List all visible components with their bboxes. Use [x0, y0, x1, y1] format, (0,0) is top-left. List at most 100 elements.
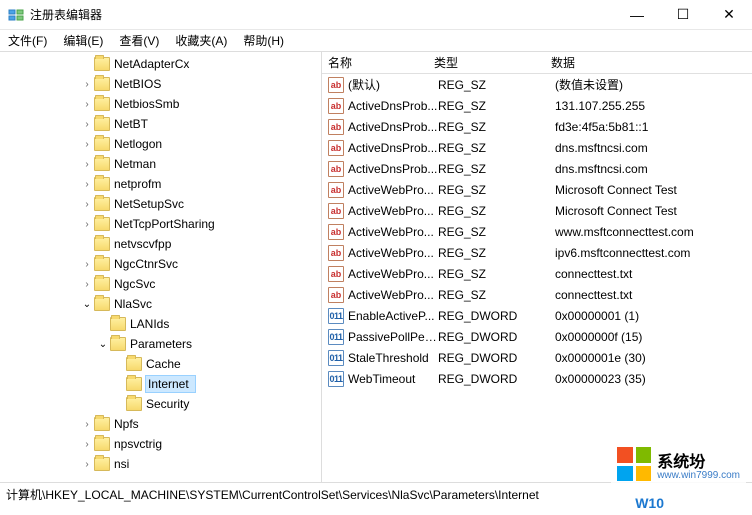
tree-item[interactable]: ⌄ Parameters	[0, 334, 321, 354]
chevron-right-icon[interactable]: ›	[80, 419, 94, 430]
tree-item-label: Internet	[146, 376, 195, 392]
minimize-button[interactable]: —	[614, 0, 660, 29]
value-row[interactable]: abActiveDnsProb...REG_SZdns.msftncsi.com	[322, 158, 752, 179]
chevron-right-icon[interactable]: ›	[80, 259, 94, 270]
value-row[interactable]: abActiveWebPro...REG_SZconnecttest.txt	[322, 263, 752, 284]
chevron-right-icon[interactable]: ›	[80, 459, 94, 470]
folder-icon	[110, 317, 126, 331]
chevron-right-icon[interactable]: ›	[80, 199, 94, 210]
tree-item-label: netprofm	[114, 177, 161, 191]
chevron-right-icon[interactable]: ›	[80, 79, 94, 90]
tree-item[interactable]: › npsvctrig	[0, 434, 321, 454]
value-row[interactable]: abActiveWebPro...REG_SZMicrosoft Connect…	[322, 200, 752, 221]
tree-item[interactable]: ›NetTcpPortSharing	[0, 214, 321, 234]
value-row[interactable]: 011WebTimeoutREG_DWORD0x00000023 (35)	[322, 368, 752, 389]
tree-item[interactable]: Security	[0, 394, 321, 414]
titlebar: 注册表编辑器 — ☐ ✕	[0, 0, 752, 30]
watermark-brand: 系统坋	[657, 454, 705, 471]
value-row[interactable]: 011EnableActiveP...REG_DWORD0x00000001 (…	[322, 305, 752, 326]
tree-item[interactable]: ›Netman	[0, 154, 321, 174]
close-button[interactable]: ✕	[706, 0, 752, 29]
string-value-icon: ab	[328, 77, 344, 93]
tree-item[interactable]: ›Netlogon	[0, 134, 321, 154]
folder-icon	[94, 257, 110, 271]
header-data[interactable]: 数据	[551, 54, 752, 71]
tree-item[interactable]: › netprofm	[0, 174, 321, 194]
tree-item[interactable]: NetAdapterCx	[0, 54, 321, 74]
tree-item-label: npsvctrig	[114, 437, 162, 451]
tree-item[interactable]: ›Npfs	[0, 414, 321, 434]
window-title: 注册表编辑器	[30, 6, 614, 23]
tree-item[interactable]: Cache	[0, 354, 321, 374]
value-name: ActiveDnsProb...	[348, 162, 438, 176]
chevron-right-icon[interactable]: ›	[80, 279, 94, 290]
value-row[interactable]: abActiveWebPro...REG_SZconnecttest.txt	[322, 284, 752, 305]
folder-icon	[126, 377, 142, 391]
value-name: ActiveWebPro...	[348, 183, 438, 197]
value-row[interactable]: abActiveDnsProb...REG_SZ131.107.255.255	[322, 95, 752, 116]
folder-icon	[94, 177, 110, 191]
value-row[interactable]: abActiveDnsProb...REG_SZdns.msftncsi.com	[322, 137, 752, 158]
folder-icon	[94, 277, 110, 291]
value-row[interactable]: 011StaleThresholdREG_DWORD0x0000001e (30…	[322, 347, 752, 368]
tree-item[interactable]: netvscvfpp	[0, 234, 321, 254]
values-list: ab(默认)REG_SZ(数值未设置)abActiveDnsProb...REG…	[322, 74, 752, 389]
tree-item[interactable]: ›nsi	[0, 454, 321, 474]
menu-help[interactable]: 帮助(H)	[239, 30, 288, 51]
tree-item[interactable]: ›NgcSvc	[0, 274, 321, 294]
window-controls: — ☐ ✕	[614, 0, 752, 29]
chevron-right-icon[interactable]: ›	[80, 179, 94, 190]
values-panel[interactable]: 名称 类型 数据 ab(默认)REG_SZ(数值未设置)abActiveDnsP…	[322, 52, 752, 482]
tree-item[interactable]: › NetBIOS	[0, 74, 321, 94]
chevron-right-icon[interactable]: ›	[80, 439, 94, 450]
maximize-button[interactable]: ☐	[660, 0, 706, 29]
value-name: ActiveDnsProb...	[348, 120, 438, 134]
value-type: REG_SZ	[438, 225, 555, 239]
tree-item[interactable]: ›NgcCtnrSvc	[0, 254, 321, 274]
menubar: 文件(F) 编辑(E) 查看(V) 收藏夹(A) 帮助(H)	[0, 30, 752, 52]
menu-edit[interactable]: 编辑(E)	[59, 30, 107, 51]
value-row[interactable]: abActiveWebPro...REG_SZMicrosoft Connect…	[322, 179, 752, 200]
folder-icon	[94, 217, 110, 231]
chevron-right-icon[interactable]: ›	[80, 119, 94, 130]
chevron-right-icon[interactable]: ›	[80, 159, 94, 170]
value-row[interactable]: 011PassivePollPeri...REG_DWORD0x0000000f…	[322, 326, 752, 347]
value-data: Microsoft Connect Test	[555, 204, 752, 218]
tree-item-label: NetBIOS	[114, 77, 161, 91]
menu-view[interactable]: 查看(V)	[115, 30, 163, 51]
tree-item[interactable]: ›NetbiosSmb	[0, 94, 321, 114]
menu-favorites[interactable]: 收藏夹(A)	[171, 30, 231, 51]
tree-item[interactable]: ⌄NlaSvc	[0, 294, 321, 314]
value-row[interactable]: abActiveWebPro...REG_SZwww.msftconnectte…	[322, 221, 752, 242]
value-type: REG_SZ	[438, 288, 555, 302]
tree-item-label: NetAdapterCx	[114, 57, 189, 71]
header-name[interactable]: 名称	[322, 54, 434, 71]
tree-item[interactable]: ›NetBT	[0, 114, 321, 134]
value-data: 0x00000001 (1)	[555, 309, 752, 323]
value-row[interactable]: ab(默认)REG_SZ(数值未设置)	[322, 74, 752, 95]
value-row[interactable]: abActiveWebPro...REG_SZipv6.msftconnectt…	[322, 242, 752, 263]
tree-item[interactable]: LANIds	[0, 314, 321, 334]
chevron-right-icon[interactable]: ›	[80, 99, 94, 110]
tree-item-label: Parameters	[130, 337, 192, 351]
menu-file[interactable]: 文件(F)	[4, 30, 51, 51]
dword-value-icon: 011	[328, 329, 344, 345]
string-value-icon: ab	[328, 203, 344, 219]
value-name: WebTimeout	[348, 372, 438, 386]
tree-item[interactable]: Internet	[0, 374, 321, 394]
chevron-down-icon[interactable]: ⌄	[96, 339, 110, 350]
tree-item[interactable]: ›NetSetupSvc	[0, 194, 321, 214]
folder-icon	[126, 397, 142, 411]
chevron-down-icon[interactable]: ⌄	[80, 299, 94, 310]
folder-icon	[94, 137, 110, 151]
tree-item-label: netvscvfpp	[114, 237, 171, 251]
regedit-icon	[8, 7, 24, 23]
chevron-right-icon[interactable]: ›	[80, 139, 94, 150]
header-type[interactable]: 类型	[434, 54, 551, 71]
value-name: ActiveDnsProb...	[348, 99, 438, 113]
value-type: REG_SZ	[438, 246, 555, 260]
value-type: REG_SZ	[438, 183, 555, 197]
tree-panel[interactable]: NetAdapterCx›NetBIOS›NetbiosSmb›NetBT›Ne…	[0, 52, 322, 482]
chevron-right-icon[interactable]: ›	[80, 219, 94, 230]
value-row[interactable]: abActiveDnsProb...REG_SZfd3e:4f5a:5b81::…	[322, 116, 752, 137]
